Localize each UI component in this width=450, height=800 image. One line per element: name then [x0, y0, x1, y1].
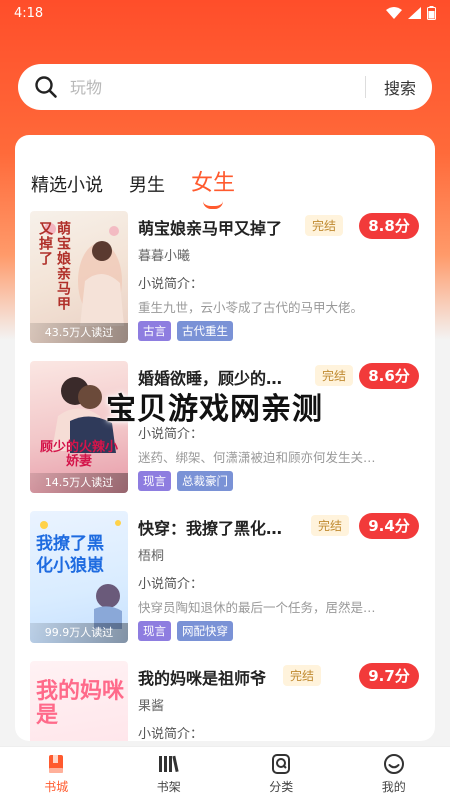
cover-title: 我的妈咪是	[36, 678, 125, 728]
genre-tags: 现言 总裁豪门	[138, 471, 233, 491]
book-item[interactable]: 萌宝娘亲马甲又掉了 43.5万人读过 萌宝娘亲马甲又掉了 完结 8.8分 暮暮小…	[15, 211, 435, 361]
nav-label: 书城	[44, 780, 69, 794]
book-title[interactable]: 萌宝娘亲马甲又掉了	[138, 215, 282, 239]
status-badge: 完结	[311, 515, 350, 536]
nav-bookshelf[interactable]: 书架	[113, 747, 226, 800]
reader-count: 43.5万人读过	[30, 323, 128, 343]
book-title[interactable]: 快穿：我撩了黑化…	[138, 515, 282, 539]
watermark-text: 宝贝游戏网亲测	[106, 392, 323, 427]
book-title[interactable]: 我的妈咪是祖师爷	[138, 665, 266, 689]
book-cover[interactable]: 我撩了黑化小狼崽 99.9万人读过	[30, 511, 128, 643]
book-item[interactable]: 我撩了黑化小狼崽 99.9万人读过 快穿：我撩了黑化… 完结 9.4分 梧桐 小…	[15, 511, 435, 661]
score-badge: 9.4分	[359, 513, 419, 539]
book-intro: 重生九世，云小苓成了古代的马甲大佬。	[138, 300, 364, 315]
status-badge: 完结	[305, 215, 344, 236]
tab-female[interactable]: 女生	[191, 165, 236, 209]
intro-label: 小说简介：	[138, 277, 204, 292]
search-divider	[364, 76, 366, 98]
reader-count: 99.9万人读过	[30, 623, 128, 643]
signal-icon	[408, 7, 421, 19]
bookshelf-icon	[158, 755, 179, 773]
tab-male[interactable]: 男生	[129, 171, 165, 197]
search-button[interactable]: 搜索	[384, 75, 416, 99]
book-cover[interactable]: 萌宝娘亲马甲又掉了 43.5万人读过	[30, 211, 128, 343]
score-badge: 9.7分	[359, 663, 419, 689]
genre-tag[interactable]: 古代重生	[177, 321, 233, 341]
genre-tags: 现言 网配快穿	[138, 621, 233, 641]
book-author: 果酱	[138, 699, 165, 714]
book-item[interactable]: 我的妈咪是 我的妈咪是祖师爷 完结 9.7分 果酱 小说简介：	[15, 661, 435, 741]
search-bar: 搜索	[18, 64, 432, 110]
tab-featured[interactable]: 精选小说	[31, 171, 103, 197]
reader-count: 14.5万人读过	[30, 473, 128, 493]
genre-tags: 古言 古代重生	[138, 321, 233, 341]
search-input[interactable]	[70, 72, 357, 102]
nav-profile[interactable]: 我的	[338, 747, 450, 800]
genre-tag[interactable]: 总裁豪门	[177, 471, 233, 491]
status-badge: 完结	[283, 665, 322, 686]
book-intro: 快穿员陶知退休的最后一个任务，居然是…	[138, 600, 376, 615]
tab-label: 女生	[191, 171, 236, 196]
score-badge: 8.6分	[359, 363, 419, 389]
score-badge: 8.8分	[359, 213, 419, 239]
cover-title: 萌宝娘亲马甲又掉了	[37, 221, 71, 311]
nav-label: 分类	[269, 780, 294, 794]
status-time: 4:18	[14, 5, 44, 21]
genre-tag[interactable]: 现言	[138, 471, 171, 491]
bottom-navigation: 书城 书架 分类 我的	[0, 746, 450, 800]
book-author: 梧桐	[138, 549, 165, 564]
genre-tag[interactable]: 古言	[138, 321, 171, 341]
search-icon	[35, 76, 57, 98]
tab-label: 男生	[129, 175, 165, 196]
cover-title: 顾少的火辣小娇妻	[39, 440, 118, 469]
book-list: 萌宝娘亲马甲又掉了 43.5万人读过 萌宝娘亲马甲又掉了 完结 8.8分 暮暮小…	[15, 211, 435, 741]
wifi-icon	[386, 7, 402, 19]
nav-label: 书架	[156, 780, 181, 794]
status-icons	[386, 6, 436, 20]
status-badge: 完结	[315, 365, 354, 386]
genre-tag[interactable]: 现言	[138, 621, 171, 641]
category-icon	[272, 754, 291, 774]
genre-tag[interactable]: 网配快穿	[177, 621, 233, 641]
cover-title: 我撩了黑化小狼崽	[36, 534, 104, 576]
nav-bookstore[interactable]: 书城	[0, 747, 113, 800]
tab-label: 精选小说	[31, 175, 103, 196]
book-list-card: 精选小说 男生 女生 萌宝娘亲马甲又掉了 43.5万人读过 萌宝娘亲马甲又掉了 …	[15, 135, 435, 741]
intro-label: 小说简介：	[138, 727, 204, 741]
intro-label: 小说简介：	[138, 577, 204, 592]
category-tabs: 精选小说 男生 女生	[15, 135, 435, 209]
book-intro: 迷药、绑架、何潇潇被迫和顾亦何发生关…	[138, 450, 376, 465]
nav-category[interactable]: 分类	[225, 747, 338, 800]
profile-icon	[383, 754, 404, 774]
book-icon	[49, 755, 64, 773]
active-tab-indicator	[203, 201, 223, 209]
nav-label: 我的	[381, 780, 406, 794]
book-cover[interactable]: 我的妈咪是	[30, 661, 128, 741]
status-bar: 4:18	[0, 0, 450, 26]
battery-icon	[427, 6, 436, 20]
book-author: 暮暮小曦	[138, 249, 191, 264]
